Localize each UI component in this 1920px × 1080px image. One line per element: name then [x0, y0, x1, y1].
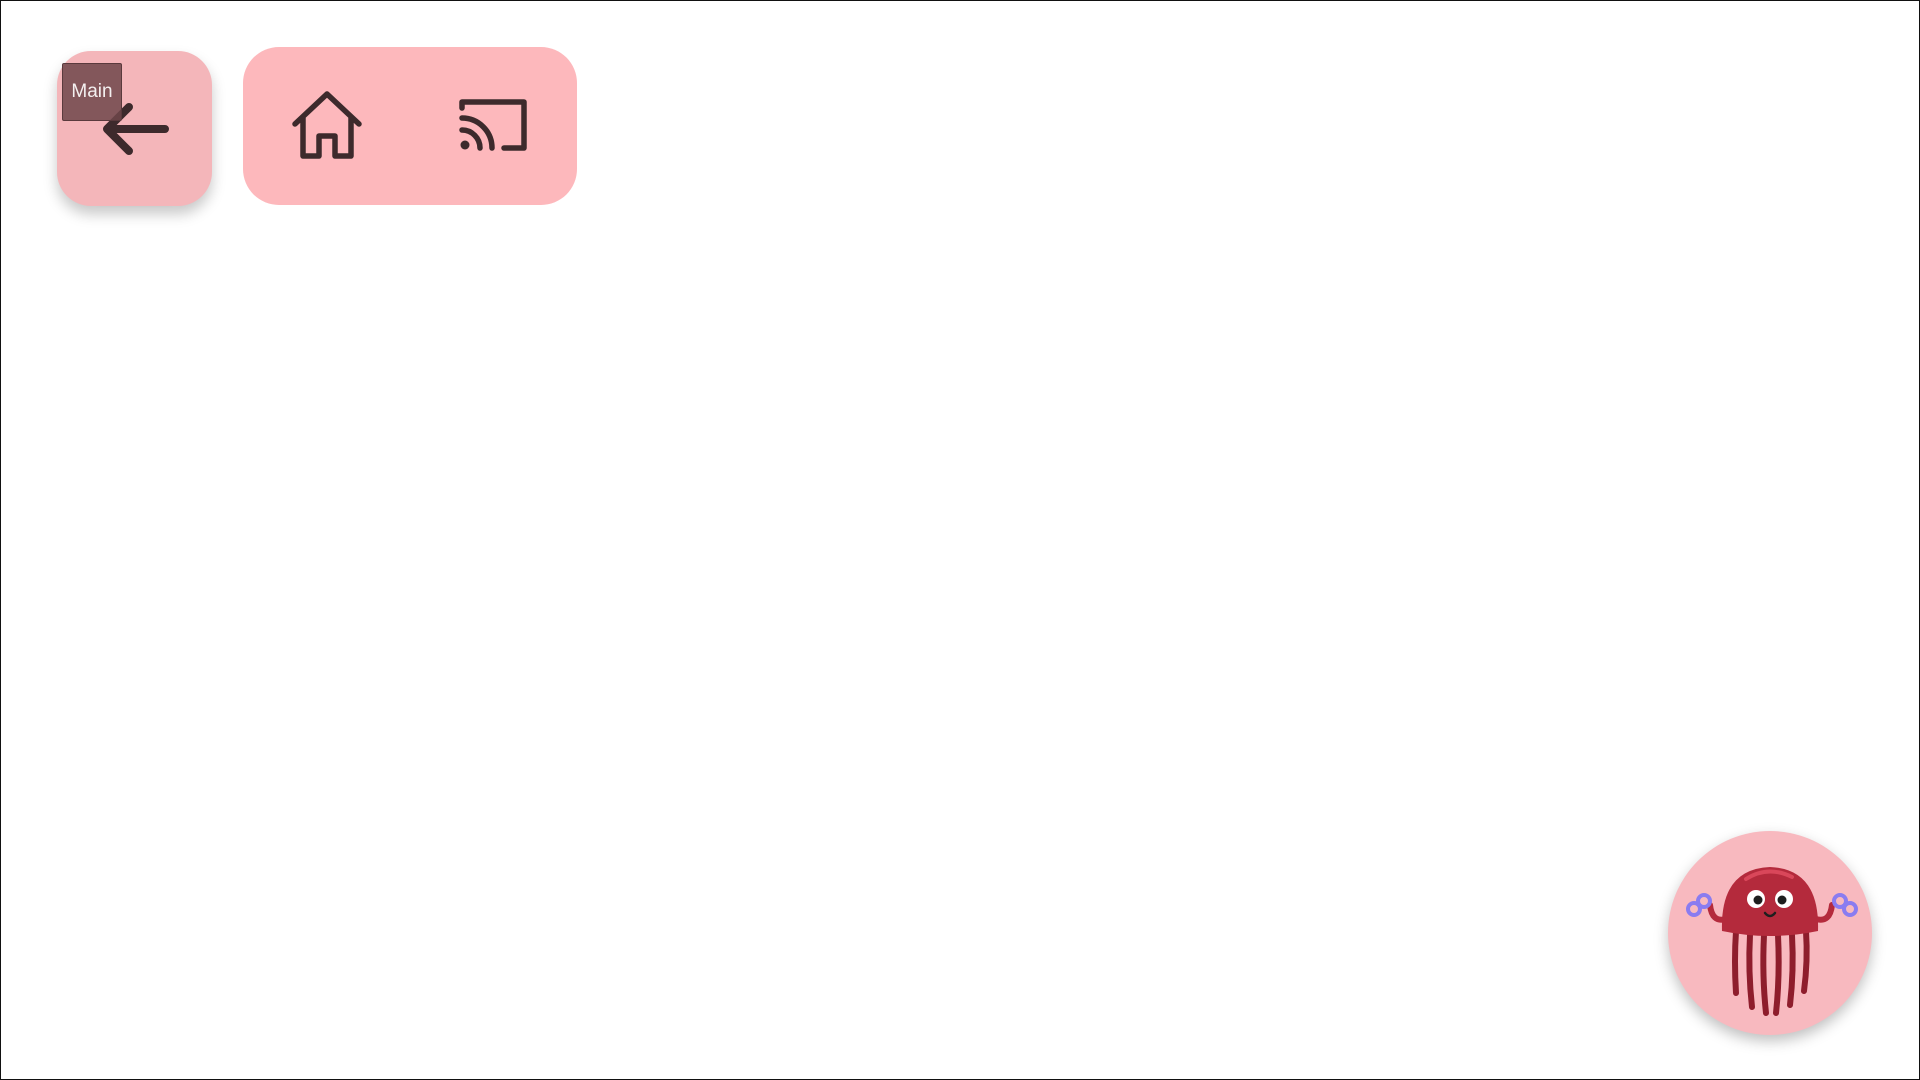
home-button[interactable]: [272, 71, 382, 181]
cast-button[interactable]: [439, 71, 549, 181]
nav-button-group: [243, 47, 577, 205]
jellyfish-mascot-icon: [1686, 867, 1858, 1016]
jellyfish-mascot-button[interactable]: [1668, 831, 1872, 1035]
back-button-tooltip: Main: [62, 63, 122, 121]
cast-icon: [459, 99, 527, 151]
app-screen: Main: [0, 0, 1920, 1080]
home-icon: [292, 91, 362, 159]
